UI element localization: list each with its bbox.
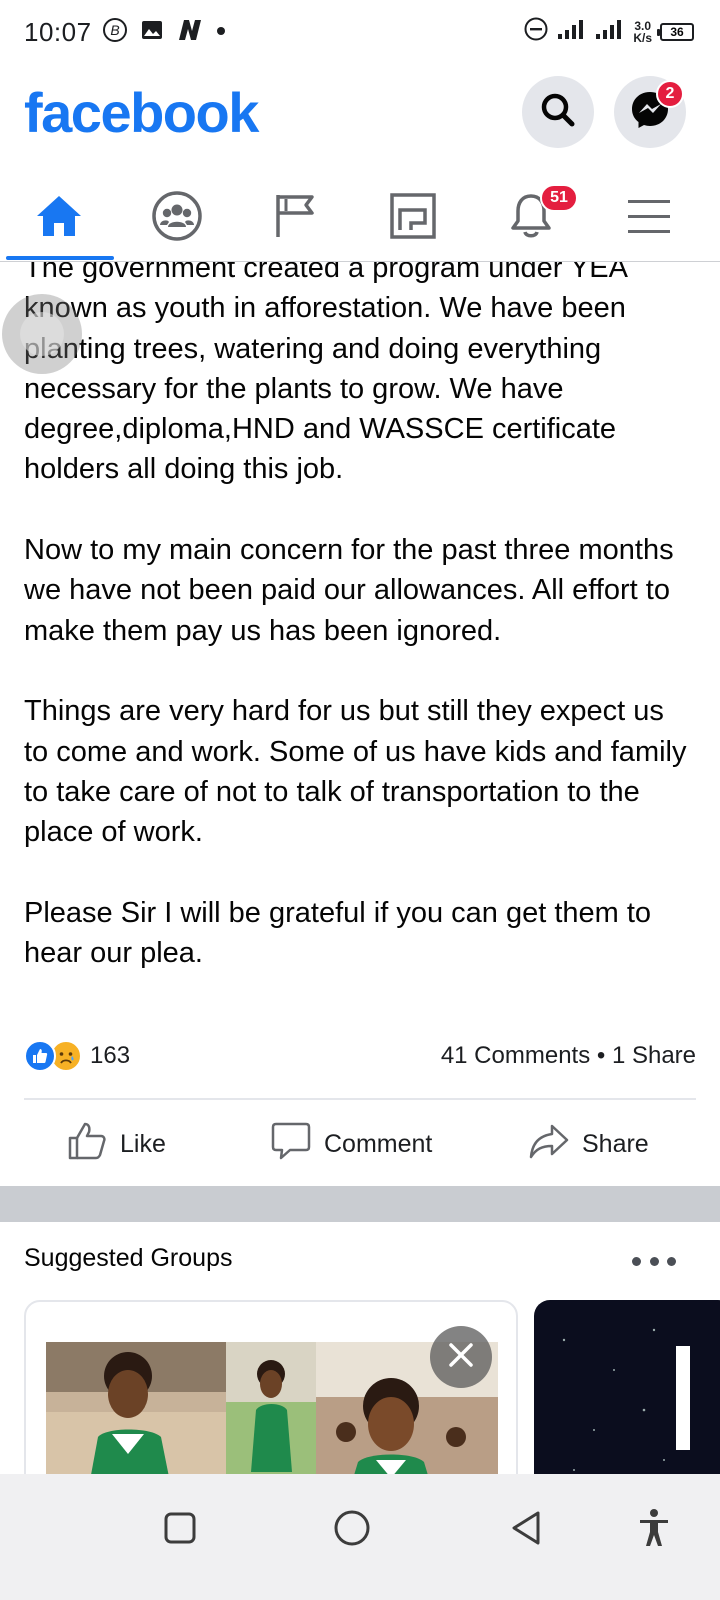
more-options-button[interactable]	[632, 1246, 676, 1276]
suggested-group-card[interactable]	[534, 1300, 720, 1500]
tab-marketplace[interactable]	[354, 176, 472, 260]
share-arrow-icon	[528, 1120, 570, 1169]
comment-button[interactable]: Comment	[270, 1112, 432, 1176]
tab-active-indicator	[6, 256, 114, 260]
accessibility-icon	[637, 1508, 671, 1553]
tab-pages[interactable]	[236, 176, 354, 260]
reactions-row[interactable]: 163 41 Comments • 1 Share	[24, 1036, 696, 1076]
home-nav-button[interactable]	[322, 1500, 382, 1560]
post-paragraph: Please Sir I will be grateful if you can…	[24, 896, 652, 970]
post-paragraph: Things are very hard for us but still th…	[24, 695, 687, 849]
dnd-icon	[523, 16, 549, 47]
flag-icon	[272, 191, 318, 246]
network-speed: 3.0 K/s	[633, 20, 652, 44]
group-cover-photo	[562, 1328, 690, 1471]
like-button[interactable]: Like	[66, 1112, 166, 1176]
close-icon	[446, 1340, 476, 1375]
thumbs-up-icon	[66, 1120, 108, 1169]
network-speed-unit: K/s	[633, 30, 652, 45]
app-header: facebook 2	[0, 72, 720, 152]
touch-indicator	[2, 294, 82, 374]
messenger-button[interactable]: 2	[614, 76, 686, 148]
reaction-icons	[24, 1040, 82, 1072]
like-label: Like	[120, 1129, 166, 1158]
search-icon	[538, 90, 578, 135]
dot	[667, 1256, 676, 1266]
square-icon	[163, 1511, 197, 1550]
post-text-viewport: The government created a program under Y…	[0, 262, 720, 1022]
svg-text:B: B	[110, 22, 119, 38]
signal-2-icon	[595, 18, 625, 45]
search-button[interactable]	[522, 76, 594, 148]
messenger-badge: 2	[656, 80, 684, 108]
share-label: Share	[582, 1129, 649, 1158]
tab-notifications[interactable]: 51	[472, 176, 590, 260]
recent-apps-button[interactable]	[150, 1500, 210, 1560]
facebook-logo[interactable]: facebook	[24, 80, 259, 145]
back-button[interactable]	[496, 1500, 556, 1560]
marketplace-icon	[389, 192, 437, 245]
circle-icon	[333, 1509, 371, 1552]
tab-home[interactable]	[0, 176, 118, 260]
share-button[interactable]: Share	[528, 1112, 649, 1176]
system-nav-bar	[0, 1474, 720, 1600]
status-notification-icons: B	[102, 17, 226, 48]
status-bar: 10:07 B 3.0 K/s 36	[0, 0, 720, 64]
comment-label: Comment	[324, 1129, 433, 1158]
hamburger-menu-icon	[626, 196, 672, 241]
accessibility-button[interactable]	[624, 1500, 684, 1560]
dot	[649, 1256, 659, 1266]
battery-indicator: 36	[657, 22, 694, 41]
comment-icon	[270, 1120, 312, 1169]
notifications-badge: 51	[540, 184, 578, 212]
n-app-icon	[176, 18, 204, 47]
post-text: The government created a program under Y…	[24, 262, 696, 973]
tab-bar: 51	[0, 176, 720, 262]
status-system-icons: 3.0 K/s 36	[523, 16, 694, 47]
post-divider	[24, 1098, 696, 1100]
engagement-summary[interactable]: 41 Comments • 1 Share	[441, 1042, 696, 1070]
network-speed-value: 3.0	[634, 18, 651, 33]
reaction-count: 163	[90, 1042, 131, 1069]
post-paragraph: Now to my main concern for the past thre…	[24, 534, 674, 647]
tab-menu[interactable]	[590, 176, 708, 260]
dot	[632, 1256, 641, 1266]
post-actions: Like Comment Share	[0, 1112, 720, 1176]
back-triangle-icon	[508, 1509, 544, 1552]
signal-icon	[557, 18, 587, 45]
home-icon	[33, 192, 85, 245]
dot-icon	[216, 23, 226, 41]
like-reaction-icon	[24, 1040, 56, 1072]
tab-groups[interactable]	[118, 176, 236, 260]
b-circle-icon: B	[102, 17, 128, 48]
post-paragraph: The government created a program under Y…	[24, 262, 627, 486]
groups-icon	[150, 189, 204, 248]
image-icon	[140, 18, 164, 47]
suggested-groups-title: Suggested Groups	[24, 1244, 233, 1272]
dismiss-group-button[interactable]	[430, 1326, 492, 1388]
status-time: 10:07	[24, 16, 92, 47]
feed-separator	[0, 1186, 720, 1222]
